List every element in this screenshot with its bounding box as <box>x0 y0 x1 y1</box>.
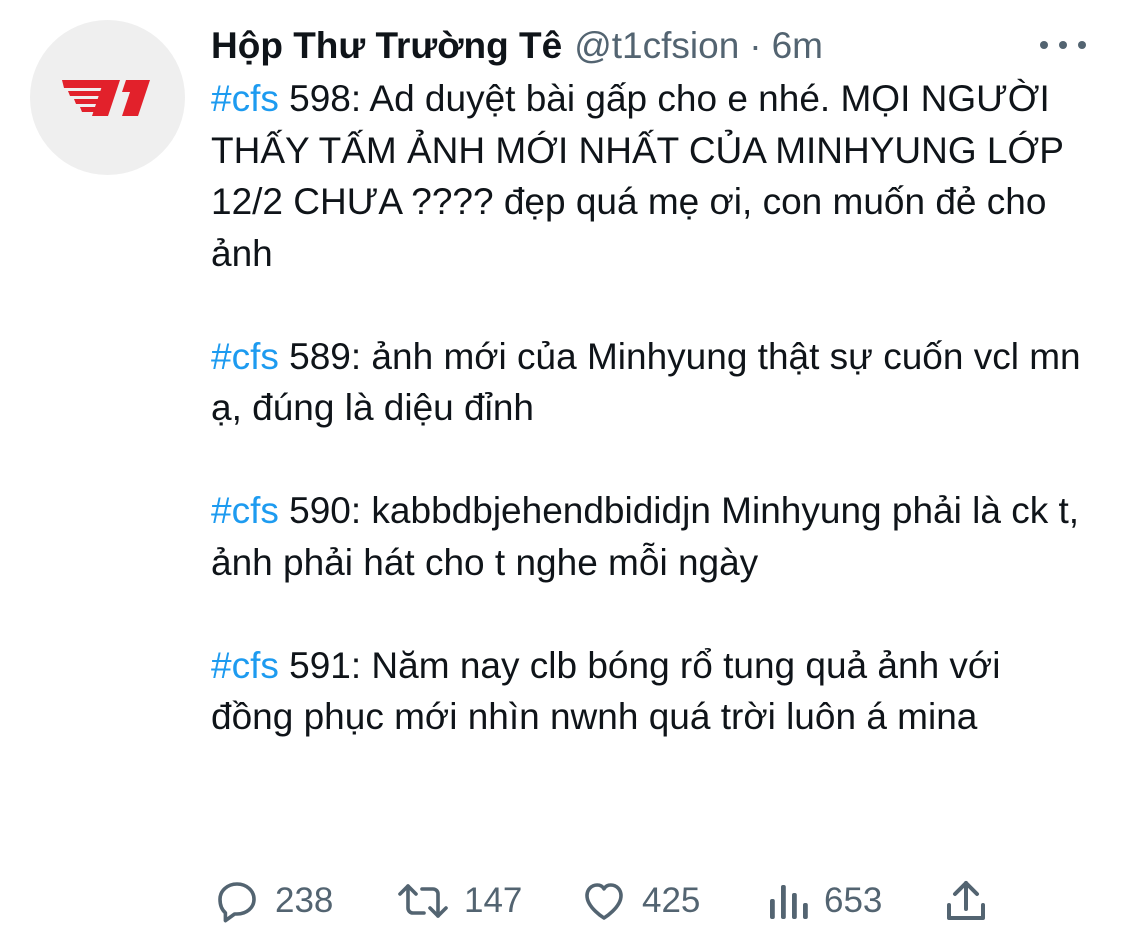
reply-icon <box>218 882 256 923</box>
hashtag-link[interactable]: #cfs <box>211 336 279 377</box>
separator-dot: · <box>749 25 762 66</box>
user-handle[interactable]: @t1cfsion <box>574 25 739 67</box>
timestamp[interactable]: 6m <box>772 25 823 67</box>
cfs-paragraph: #cfs 590: kabbdbjehendbididjn Minhyung p… <box>211 485 1091 588</box>
cfs-paragraph: #cfs 598: Ad duyệt bài gấp cho e nhé. MỌ… <box>211 73 1091 279</box>
retweet-icon <box>398 884 448 918</box>
paragraph-text: 598: Ad duyệt bài gấp cho e nhé. MỌI NGƯ… <box>211 78 1064 274</box>
reply-button[interactable]: 238 <box>213 876 333 926</box>
hashtag-link[interactable]: #cfs <box>211 490 279 531</box>
retweet-count: 147 <box>464 881 523 920</box>
display-name[interactable]: Hộp Thư Trường Tê <box>211 25 562 67</box>
like-button[interactable]: 425 <box>580 876 700 926</box>
paragraph-text: 590: kabbdbjehendbididjn Minhyung phải l… <box>211 490 1080 583</box>
reply-count: 238 <box>275 881 334 920</box>
paragraph-text: 591: Năm nay clb bóng rổ tung quả ảnh vớ… <box>211 644 1001 738</box>
views-icon <box>770 885 808 919</box>
tweet-header: Hộp Thư Trường Tê @t1cfsion · 6m <box>211 22 823 70</box>
share-icon <box>947 881 985 920</box>
hashtag-link[interactable]: #cfs <box>211 78 279 119</box>
avatar[interactable] <box>30 20 185 175</box>
tweet-text: #cfs 598: Ad duyệt bài gấp cho e nhé. MỌ… <box>211 73 1091 743</box>
hashtag-link[interactable]: #cfs <box>211 645 279 686</box>
more-icon[interactable] <box>1040 32 1086 58</box>
views-button[interactable]: 653 <box>766 876 882 926</box>
cfs-paragraph: #cfs 591: Năm nay clb bóng rổ tung quả ả… <box>211 640 1091 743</box>
views-count: 653 <box>824 881 883 920</box>
cfs-paragraph: #cfs 589: ảnh mới của Minhyung thật sự c… <box>211 331 1091 434</box>
heart-icon <box>585 883 623 920</box>
t1-logo-icon <box>61 79 150 116</box>
like-count: 425 <box>642 881 701 920</box>
paragraph-text: 589: ảnh mới của Minhyung thật sự cuốn v… <box>211 335 1081 429</box>
share-button[interactable] <box>944 876 988 926</box>
action-bar: 238 147 425 653 <box>211 876 1001 926</box>
retweet-button[interactable]: 147 <box>396 876 522 926</box>
